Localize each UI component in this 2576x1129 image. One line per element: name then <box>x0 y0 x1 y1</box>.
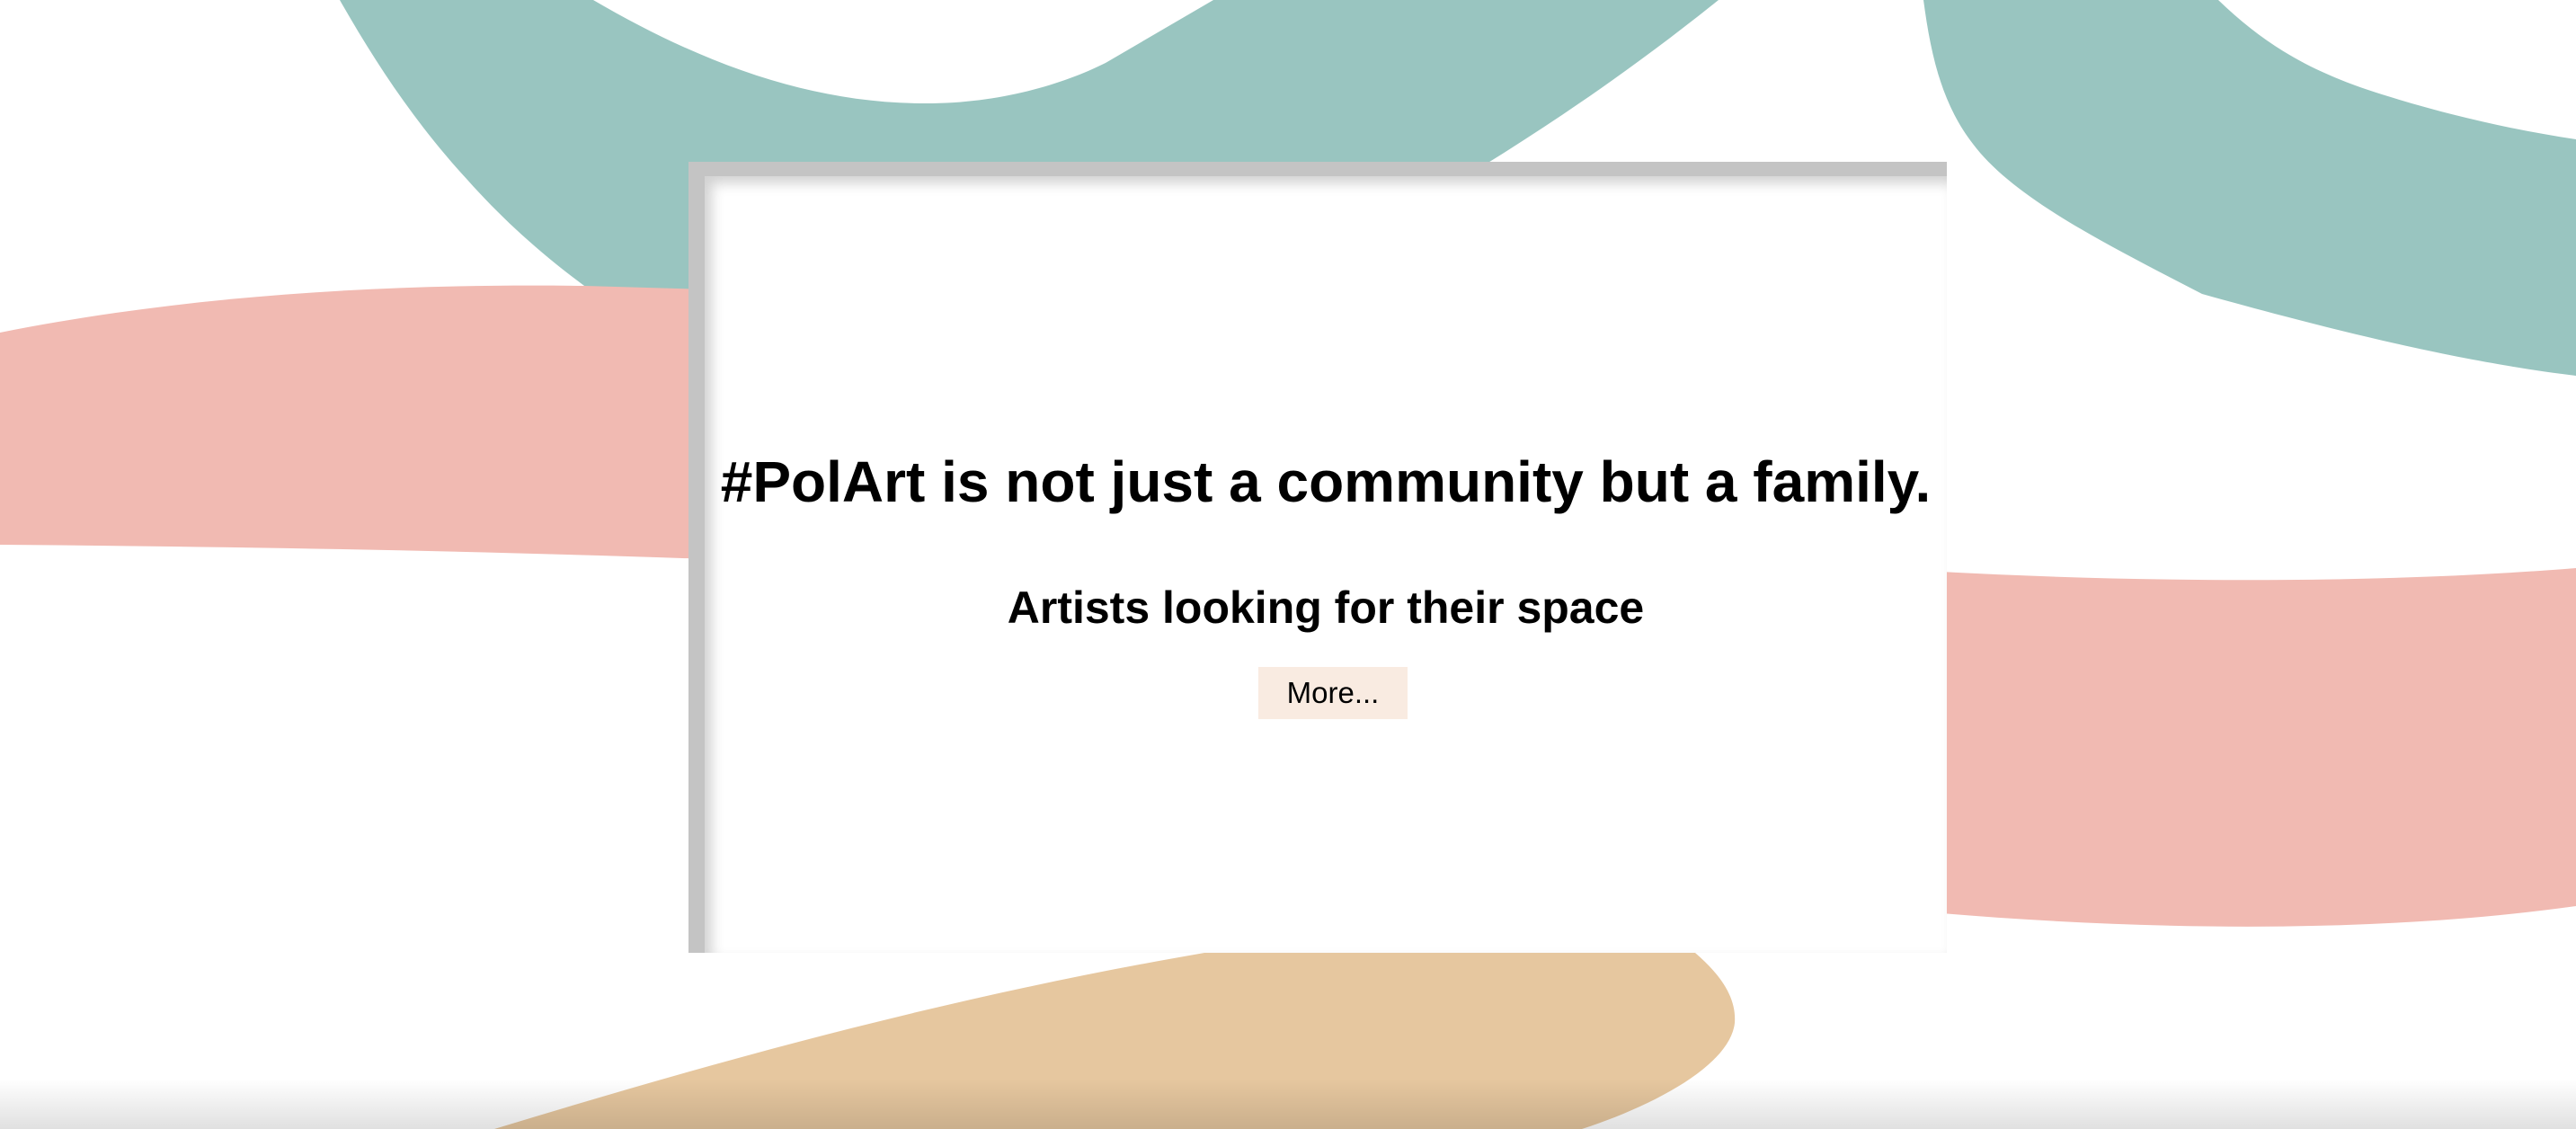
pink-band-left-shape <box>0 285 710 559</box>
bottom-edge-shadow <box>0 1079 2576 1129</box>
hero-card: #PolArt is not just a community but a fa… <box>688 162 1947 953</box>
page: #PolArt is not just a community but a fa… <box>0 0 2576 1129</box>
hero-title: #PolArt is not just a community but a fa… <box>720 449 1932 514</box>
hero-subtitle: Artists looking for their space <box>1007 582 1645 633</box>
teal-swoosh-right-shape <box>1923 0 2576 376</box>
pink-band-right-shape <box>1941 568 2576 927</box>
more-button[interactable]: More... <box>1258 667 1408 719</box>
